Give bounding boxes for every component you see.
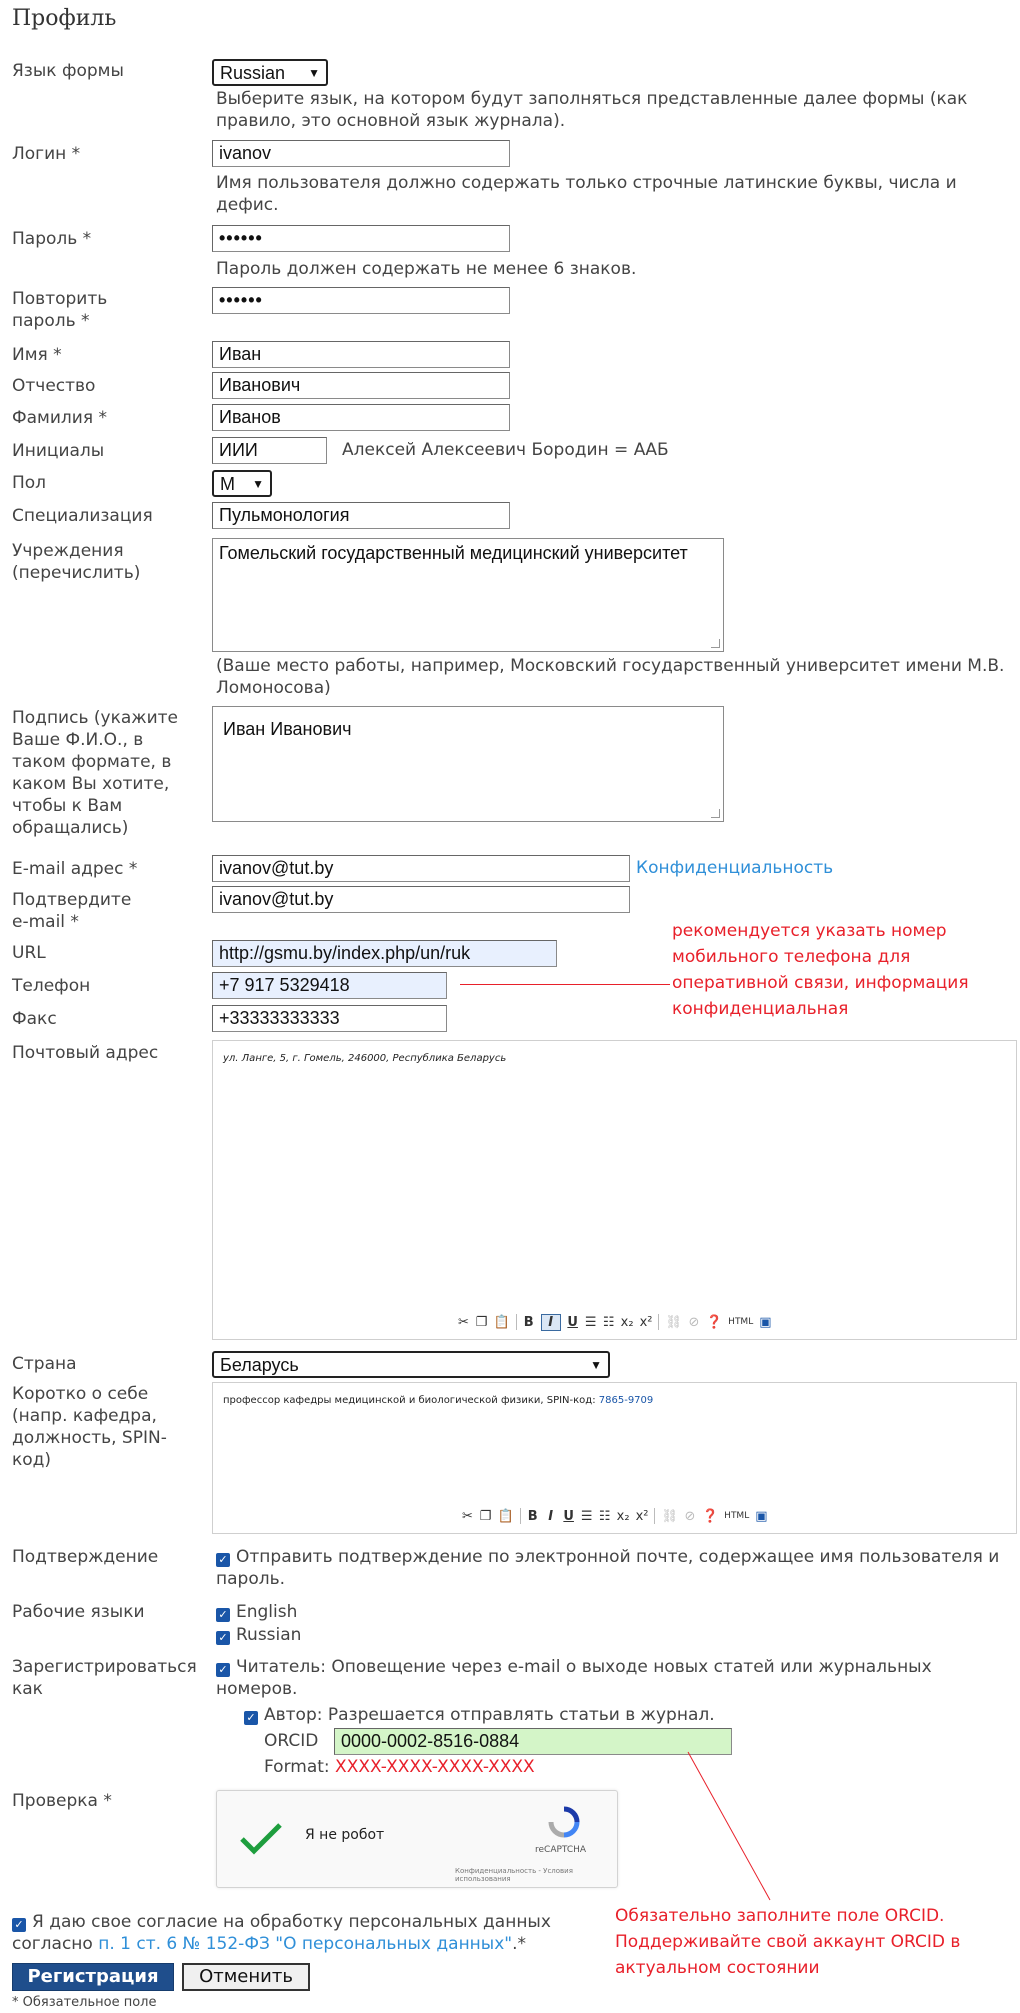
- orcid-annotation-line: [687, 1751, 771, 1901]
- checkbox-checked[interactable]: ✓: [12, 1918, 26, 1932]
- consent-suffix: .*: [512, 1934, 527, 1954]
- cancel-button[interactable]: Отменить: [182, 1963, 310, 1991]
- required-footnote: * Обязательное поле: [12, 1995, 157, 2010]
- orcid-annotation: Обязательно заполните поле ORCID. Поддер…: [615, 1906, 961, 1978]
- register-button[interactable]: Регистрация: [12, 1963, 174, 1991]
- consent-law-link[interactable]: п. 1 ст. 6 № 152-ФЗ "О персональных данн…: [98, 1934, 512, 1954]
- consent-option[interactable]: ✓ Я даю свое согласие на обработку персон…: [12, 1911, 612, 1955]
